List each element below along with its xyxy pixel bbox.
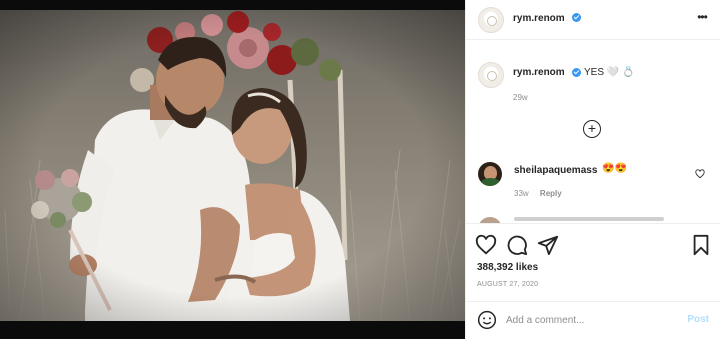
smile-icon[interactable]	[477, 310, 497, 330]
caption-text: YES 🤍 💍	[584, 67, 635, 78]
more-options-icon[interactable]: •••	[695, 11, 709, 26]
post-side-panel: rym.renom ••• rym.renom YES 🤍 💍 29w + sh…	[465, 0, 720, 339]
send-icon[interactable]	[537, 234, 559, 256]
comment-meta: 33w Reply	[514, 189, 571, 198]
post-header: rym.renom •••	[466, 0, 720, 40]
comment-username[interactable]: sheilapaquemass	[514, 165, 597, 176]
comment-icon[interactable]	[506, 234, 528, 256]
commenter-avatar[interactable]	[478, 162, 502, 186]
wedding-photo	[0, 10, 465, 321]
post-photo[interactable]	[0, 10, 465, 321]
post-actions: 388,392 likes AUGUST 27, 2020	[466, 223, 720, 295]
caption-username[interactable]: rym.renom	[513, 67, 565, 78]
add-comment-bar: Post	[466, 301, 720, 339]
next-comment-partial	[514, 217, 664, 221]
bookmark-icon[interactable]	[690, 234, 712, 256]
author-username[interactable]: rym.renom	[513, 13, 565, 24]
heart-icon[interactable]	[475, 234, 497, 256]
post-comment-button[interactable]: Post	[687, 314, 709, 325]
likes-count[interactable]: 388,392 likes	[477, 262, 538, 273]
reply-button[interactable]: Reply	[540, 189, 562, 198]
caption-verified-icon	[572, 68, 581, 77]
verified-badge-icon	[572, 13, 581, 22]
comments-list: rym.renom YES 🤍 💍 29w + sheilapaquemass …	[466, 41, 720, 223]
comment-like-heart-icon[interactable]	[695, 169, 705, 179]
add-comment-input[interactable]	[506, 313, 671, 327]
caption-timestamp[interactable]: 29w	[513, 93, 528, 102]
comment-timestamp[interactable]: 33w	[514, 189, 529, 198]
caption-author-avatar[interactable]	[478, 62, 504, 88]
post-date[interactable]: AUGUST 27, 2020	[477, 281, 538, 288]
comment-text: 😍😍	[602, 163, 627, 174]
post-media[interactable]	[0, 0, 465, 339]
author-avatar[interactable]	[478, 7, 504, 33]
plus-circle-icon[interactable]: +	[583, 120, 601, 138]
